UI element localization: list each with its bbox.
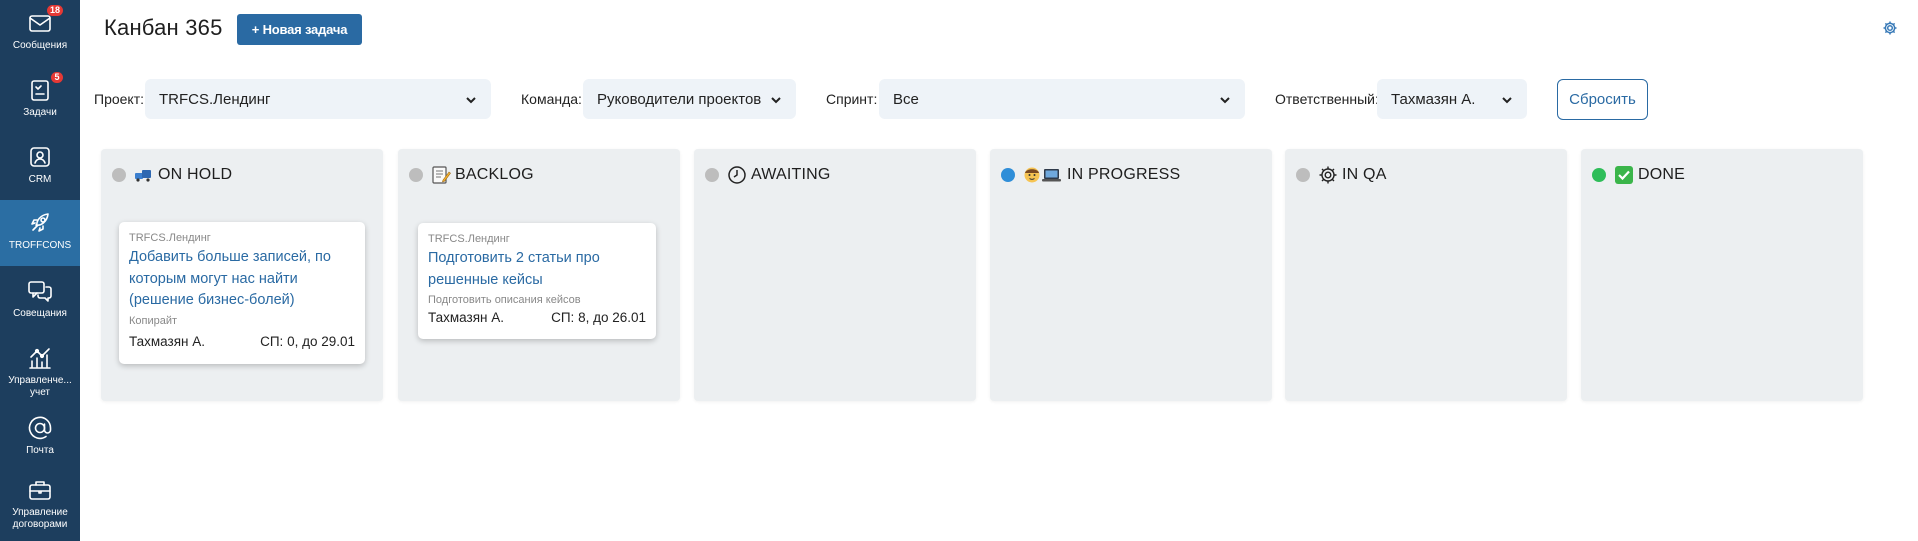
sidebar-item-label: Задачи <box>23 107 57 118</box>
column-title: IN QA <box>1342 166 1387 183</box>
card-assignee: Тахмазян А. <box>129 333 205 349</box>
sidebar-item-label: CRM <box>28 174 52 185</box>
project-filter-label: Проект: <box>94 91 145 107</box>
briefcase-icon <box>25 475 55 505</box>
chart-icon <box>25 343 55 373</box>
status-dot <box>1001 168 1015 182</box>
page-title: Канбан 365 <box>104 15 223 40</box>
sidebar-item-management-accounting[interactable]: Управленче... учет <box>0 335 80 403</box>
unread-badge: 18 <box>46 5 63 16</box>
column-header: ON HOLD <box>112 164 232 186</box>
sidebar-item-troffcons[interactable]: TROFFCONS <box>0 200 80 266</box>
team-filter-label: Команда: <box>521 91 582 107</box>
card-description: Подготовить описания кейсов <box>428 294 581 306</box>
sidebar-item-label: Управленче... учет <box>8 375 72 398</box>
settings-gear-icon[interactable] <box>1882 20 1898 36</box>
sidebar-item-label: Почта <box>26 445 54 456</box>
card-assignee: Тахмазян А. <box>428 310 504 325</box>
column-done: DONE <box>1581 149 1863 401</box>
sidebar-item-label: Сообщения <box>12 40 68 51</box>
assignee-select-value: Тахмазян А. <box>1391 90 1476 108</box>
chevron-down-icon <box>770 93 782 105</box>
new-task-button[interactable]: + Новая задача <box>237 14 362 45</box>
column-header: BACKLOG <box>409 164 534 186</box>
sidebar-item-contracts[interactable]: Управление договорами <box>0 467 80 541</box>
memo-emoji-icon <box>431 166 451 184</box>
hold-emoji-icon <box>134 167 154 183</box>
kanban-app: 18 Сообщения 5 Задачи CRM TROFFCONS Сове… <box>0 0 1918 541</box>
sidebar: 18 Сообщения 5 Задачи CRM TROFFCONS Сове… <box>0 0 80 541</box>
team-select-value: Руководители проектов <box>597 90 762 108</box>
card-category: Копирайт <box>129 314 178 327</box>
status-dot <box>1592 168 1606 182</box>
sprint-filter-label: Спринт: <box>826 91 878 107</box>
tasks-icon: 5 <box>25 72 63 105</box>
crm-icon <box>25 142 55 172</box>
assignee-select[interactable]: Тахмазян А. <box>1377 79 1527 119</box>
task-card[interactable]: TRFCS.Лендинг Добавить больше записей, п… <box>119 222 365 364</box>
chevron-down-icon <box>465 93 477 105</box>
column-header: IN PROGRESS <box>1001 164 1180 186</box>
column-awaiting: AWAITING <box>694 149 976 401</box>
developer-emoji-icon <box>1023 166 1063 184</box>
clock-icon <box>727 165 747 185</box>
column-header: DONE <box>1592 164 1685 186</box>
task-card[interactable]: TRFCS.Лендинг Подготовить 2 статьи про р… <box>418 223 656 339</box>
chevron-down-icon <box>1501 93 1513 105</box>
column-in-qa: IN QA <box>1285 149 1567 401</box>
sidebar-item-messages[interactable]: 18 Сообщения <box>0 0 80 66</box>
team-select[interactable]: Руководители проектов <box>583 79 796 119</box>
column-backlog: BACKLOG TRFCS.Лендинг Подготовить 2 стат… <box>398 149 680 401</box>
column-title: AWAITING <box>751 166 831 183</box>
tasks-badge: 5 <box>51 72 63 83</box>
column-header: AWAITING <box>705 164 831 186</box>
card-footer: Тахмазян А. СП: 8, до 26.01 <box>428 310 646 325</box>
sprint-select[interactable]: Все <box>879 79 1245 119</box>
status-dot <box>705 168 719 182</box>
card-project: TRFCS.Лендинг <box>129 232 211 244</box>
sidebar-item-label: Управление договорами <box>12 507 68 530</box>
column-title: ON HOLD <box>158 166 233 183</box>
card-sprint-due: СП: 8, до 26.01 <box>551 310 646 325</box>
card-title-link[interactable]: Добавить больше записей, по которым могу… <box>129 247 355 312</box>
sidebar-item-tasks[interactable]: 5 Задачи <box>0 67 80 133</box>
column-on-hold: ON HOLD TRFCS.Лендинг Добавить больше за… <box>101 149 383 401</box>
card-project: TRFCS.Лендинг <box>428 233 510 245</box>
sidebar-item-label: Совещания <box>13 308 67 319</box>
rocket-icon <box>25 208 55 238</box>
column-title: DONE <box>1638 166 1686 183</box>
project-select-value: TRFCS.Лендинг <box>159 90 271 108</box>
reset-filters-button[interactable]: Сбросить <box>1557 79 1648 120</box>
status-dot <box>409 168 423 182</box>
column-in-progress: IN PROGRESS <box>990 149 1272 401</box>
column-header: IN QA <box>1296 164 1387 186</box>
sprint-select-value: Все <box>893 90 919 108</box>
sidebar-item-crm[interactable]: CRM <box>0 134 80 200</box>
sidebar-item-label: TROFFCONS <box>8 240 72 251</box>
card-footer: Тахмазян А. СП: 0, до 29.01 <box>129 334 355 349</box>
column-title: IN PROGRESS <box>1067 166 1181 183</box>
chat-bubbles-icon <box>25 276 55 306</box>
at-icon <box>25 413 55 443</box>
card-sprint-due: СП: 0, до 29.01 <box>260 333 355 349</box>
envelope-icon: 18 <box>25 5 63 38</box>
project-select[interactable]: TRFCS.Лендинг <box>145 79 491 119</box>
sidebar-item-meetings[interactable]: Совещания <box>0 268 80 334</box>
gear-icon <box>1318 165 1338 185</box>
assignee-filter-label: Ответственный: <box>1275 91 1379 107</box>
check-emoji-icon <box>1614 165 1634 185</box>
status-dot <box>1296 168 1310 182</box>
status-dot <box>112 168 126 182</box>
column-title: BACKLOG <box>455 166 534 183</box>
sidebar-item-mail[interactable]: Почта <box>0 405 80 471</box>
chevron-down-icon <box>1219 93 1231 105</box>
card-title-link[interactable]: Подготовить 2 статьи про решенные кейсы <box>428 248 646 291</box>
